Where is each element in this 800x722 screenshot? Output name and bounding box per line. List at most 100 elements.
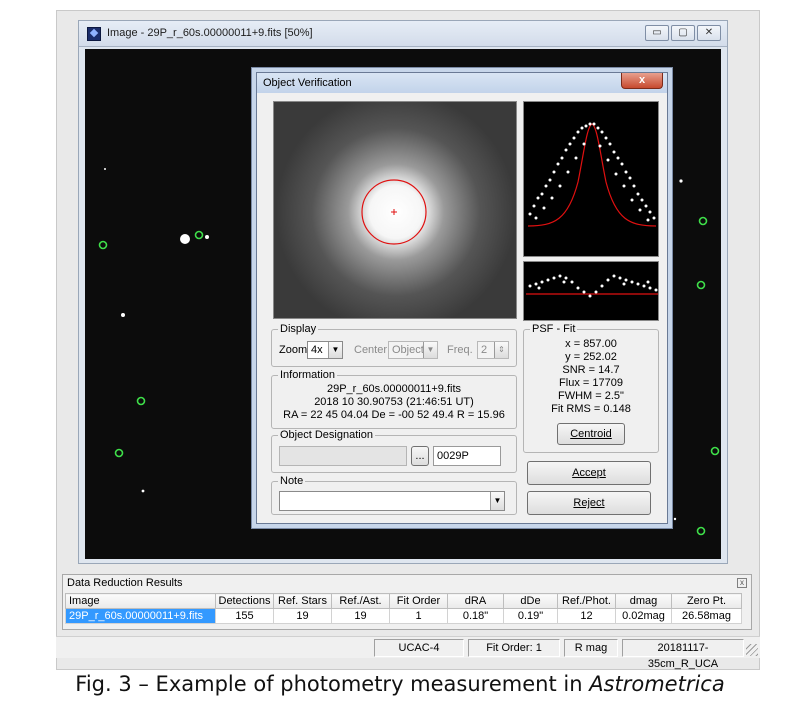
reference-star-marker[interactable] [114,448,124,458]
reference-star-marker[interactable] [696,526,706,536]
center-label: Center [354,344,388,356]
star [104,168,106,170]
psf-y: y = 252.02 [565,351,617,363]
zoom-label: Zoom [279,344,308,356]
panel-close-icon[interactable]: x [737,578,747,588]
caption-software: Astrometrica [589,672,725,696]
star [180,234,190,244]
column-header-ref-ast[interactable]: Ref./Ast. [331,593,390,609]
column-header-dmag[interactable]: dmag [615,593,672,609]
zoom-view-image[interactable] [273,101,517,319]
star [141,489,145,493]
dialog-titlebar[interactable]: Object Verification x [257,73,667,93]
accept-button-label: Accept [572,467,606,479]
reference-star-marker[interactable] [696,280,706,290]
close-button[interactable]: ✕ [697,25,721,41]
data-reduction-results-panel: Data Reduction Results x Image Detection… [62,574,752,630]
chevron-down-icon: ▼ [328,342,342,358]
status-bar: UCAC-4 Fit Order: 1 R mag 20181117-35cm_… [56,636,760,670]
psf-fit-legend: PSF - Fit [532,323,576,335]
column-header-zero-pt[interactable]: Zero Pt. [671,593,742,609]
column-header-image[interactable]: Image [65,593,216,609]
data-reduction-title: Data Reduction Results [67,577,183,589]
star [121,313,125,317]
results-table: Image Detections Ref. Stars Ref./Ast. Fi… [65,593,742,624]
star [679,179,683,183]
reject-button[interactable]: Reject [527,491,651,515]
psf-fit-curve [527,123,657,227]
astrometrica-app-icon [87,27,101,41]
image-window-titlebar[interactable]: Image - 29P_r_60s.00000011+9.fits [50%] … [79,21,727,47]
freq-spinner[interactable]: 2 ⇕ [477,341,509,359]
reject-button-label: Reject [573,497,605,509]
note-legend: Note [280,475,304,487]
designation-browse-button[interactable]: ... [411,446,429,466]
zoom-view-svg [274,102,516,318]
maximize-button[interactable]: ▢ [671,25,695,41]
info-filename: 29P_r_60s.00000011+9.fits [326,383,462,395]
image-window-title: Image - 29P_r_60s.00000011+9.fits [50%] [107,27,313,39]
table-header-row: Image Detections Ref. Stars Ref./Ast. Fi… [65,593,742,609]
psf-snr: SNR = 14.7 [562,364,620,376]
chevron-down-icon: ▼ [423,342,437,358]
table-row[interactable]: 29P_r_60s.00000011+9.fits 155 19 19 1 0.… [65,608,742,624]
spinner-arrows-icon: ⇕ [494,342,508,358]
psf-residual-plot [523,261,659,321]
reference-star-marker[interactable] [194,230,204,240]
chevron-down-icon: ▼ [490,492,504,510]
object-verification-dialog: Object Verification x Display Zoom 4x ▼ … [256,72,668,524]
psf-fit-rms: Fit RMS = 0.148 [551,403,631,415]
status-mag: R mag [564,639,618,657]
status-catalog: UCAC-4 [374,639,464,657]
info-coordinates: RA = 22 45 04.04 De = -00 52 49.4 R = 15… [283,409,505,421]
cell-dde: 0.19" [503,608,558,624]
star [205,235,209,239]
center-select[interactable]: Object ▼ [388,341,438,359]
cell-image: 29P_r_60s.00000011+9.fits [65,608,216,624]
cell-dra: 0.18" [447,608,504,624]
accept-button[interactable]: Accept [527,461,651,485]
cell-ref-phot: 12 [557,608,616,624]
reference-star-marker[interactable] [710,446,720,456]
caption-prefix: Fig. 3 – Example of photometry measureme… [75,672,590,696]
centroid-button-label: Centroid [570,428,612,440]
reference-star-marker[interactable] [98,240,108,250]
info-datetime: 2018 10 30.90753 (21:46:51 UT) [314,396,474,408]
zoom-value: 4x [311,344,323,356]
psf-residual-svg [526,274,658,298]
column-header-dra[interactable]: dRA [447,593,504,609]
psf-fwhm: FWHM = 2.5" [558,390,624,402]
figure-caption: Fig. 3 – Example of photometry measureme… [0,672,800,696]
psf-profile-svg [527,122,657,227]
cell-ref-stars: 19 [273,608,332,624]
designation-name-field[interactable] [279,446,407,466]
information-legend: Information [280,369,336,381]
freq-value: 2 [481,344,488,356]
minimize-button[interactable]: ▭ [645,25,669,41]
cell-fit-order: 1 [389,608,448,624]
resize-grip-icon[interactable] [746,644,758,656]
column-header-ref-phot[interactable]: Ref./Phot. [557,593,616,609]
column-header-fit-order[interactable]: Fit Order [389,593,448,609]
designation-code-field[interactable]: 0029P [433,446,501,466]
column-header-ref-stars[interactable]: Ref. Stars [273,593,332,609]
cell-zero-pt: 26.58mag [671,608,742,624]
status-fit-order: Fit Order: 1 [468,639,560,657]
cell-dmag: 0.02mag [615,608,672,624]
status-config: 20181117-35cm_R_UCA [622,639,744,670]
dialog-title: Object Verification [263,77,352,89]
column-header-detections[interactable]: Detections [215,593,274,609]
reference-star-marker[interactable] [698,216,708,226]
cell-detections: 155 [215,608,274,624]
dialog-close-button[interactable]: x [621,73,663,89]
cell-ref-ast: 19 [331,608,390,624]
centroid-button[interactable]: Centroid [557,423,625,445]
reference-star-marker[interactable] [136,396,146,406]
freq-label: Freq. [447,344,473,356]
star [673,517,677,521]
comet-glow [276,102,516,318]
note-select[interactable]: ▼ [279,491,505,511]
column-header-dde[interactable]: dDe [503,593,558,609]
psf-profile-plot [523,101,659,257]
zoom-select[interactable]: 4x ▼ [307,341,343,359]
